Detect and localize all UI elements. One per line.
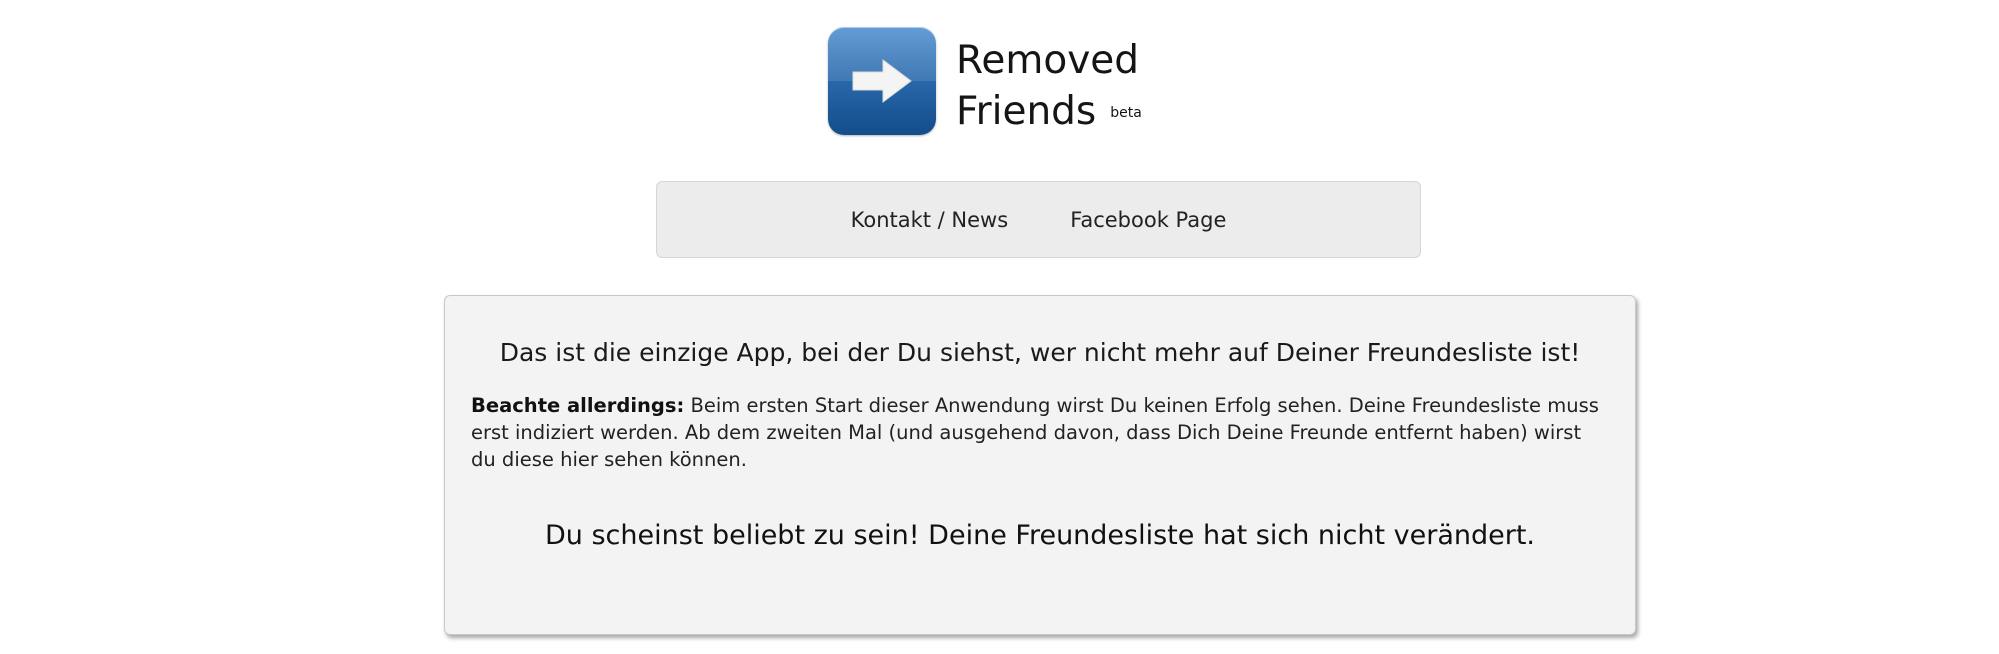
nav-bar: Kontakt / News Facebook Page [656, 181, 1421, 258]
panel-headline: Das ist die einzige App, bei der Du sieh… [499, 338, 1581, 367]
app-name: Removed Friends beta [956, 35, 1142, 137]
beta-badge: beta [1110, 105, 1142, 121]
content-panel: Das ist die einzige App, bei der Du sieh… [444, 295, 1636, 635]
page: Removed Friends beta Kontakt / News Faceb… [0, 0, 1999, 654]
notice-label: Beachte allerdings: [471, 394, 685, 417]
right-arrow-icon [828, 27, 936, 135]
notice-text: Beachte allerdings: Beim ersten Start di… [471, 392, 1609, 473]
status-message: Du scheinst beliebt zu sein! Deine Freun… [544, 520, 1536, 551]
app-name-line2-text: Friends [956, 89, 1097, 134]
nav-link-facebook-page[interactable]: Facebook Page [1070, 208, 1226, 232]
nav-link-kontakt-news[interactable]: Kontakt / News [851, 208, 1009, 232]
app-logo[interactable]: Removed Friends beta [828, 27, 1142, 137]
app-name-line1: Removed [956, 38, 1140, 83]
app-name-line2: Friends beta [956, 86, 1142, 137]
